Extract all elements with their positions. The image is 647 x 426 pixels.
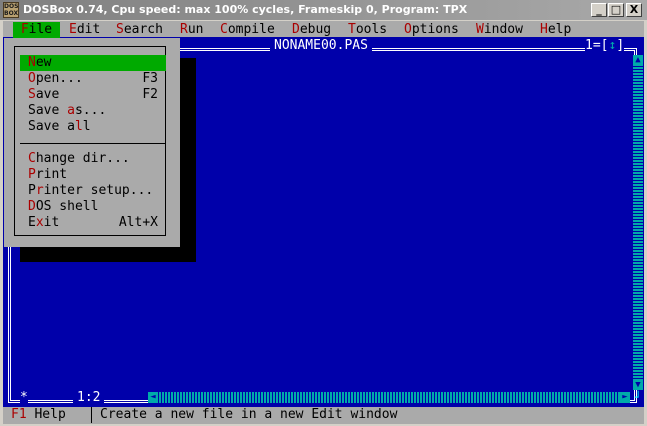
window-titlebar[interactable]: DOS BOX DOSBox 0.74, Cpu speed: max 100%… (0, 0, 647, 20)
menu-search[interactable]: Search (116, 22, 163, 38)
menu-window-label: indow (483, 22, 523, 37)
menu-help-label: elp (547, 22, 572, 37)
menu-debug-hotkey: D (292, 22, 300, 37)
file-menu-dos-shell-label: OS shell (35, 199, 99, 214)
file-menu-change-dir-hotkey: C (28, 151, 36, 166)
file-menu-print-label: rint (35, 167, 68, 182)
close-button[interactable]: X (626, 3, 642, 17)
menu-file-label: ile (28, 22, 53, 37)
menu-run-hotkey: R (180, 22, 188, 37)
file-menu-change-dir[interactable]: Change dir... (20, 151, 166, 167)
menu-tools-label: ools (355, 22, 388, 37)
scroll-left-arrow-icon[interactable]: ◄ (148, 392, 158, 403)
scroll-up-arrow-icon[interactable]: ▲ (633, 55, 643, 65)
file-menu-save-label: ave (35, 87, 60, 102)
file-menu-save-as-hotkey: a (67, 103, 75, 118)
resize-corner-icon[interactable]: ┘ (633, 392, 643, 403)
file-menu-open-hotkey: O (28, 71, 36, 86)
menu-compile-label: ompile (227, 22, 275, 37)
cursor-position: 1:2 (73, 390, 105, 406)
menu-tools[interactable]: Tools (348, 22, 387, 38)
file-menu-print-hotkey: P (28, 167, 36, 182)
window-controls: 1=[↕] (585, 38, 625, 54)
file-menu-save-all[interactable]: Save all (20, 119, 166, 135)
dosbox-icon[interactable]: DOS BOX (3, 2, 19, 18)
file-menu-dos-shell[interactable]: DOS shell (20, 199, 166, 215)
file-menu-save-hotkey: S (28, 87, 36, 102)
file-menu-printer-setup-hotkey: r (35, 183, 44, 198)
status-line: F1 Help Create a new file in a new Edit … (3, 407, 644, 424)
menu-edit-hotkey: E (69, 22, 77, 37)
help-key-code: F1 (11, 407, 27, 422)
menu-options[interactable]: Options (404, 22, 459, 38)
file-menu-save-shortcut: F2 (142, 87, 158, 102)
scroll-right-arrow-icon[interactable]: ► (620, 392, 630, 403)
file-menu-change-dir-label: hange dir... (35, 151, 130, 166)
horizontal-scrollbar[interactable] (158, 392, 620, 403)
menu-compile[interactable]: Compile (220, 22, 275, 38)
file-menu-exit-shortcut: Alt+X (118, 215, 158, 230)
file-menu-exit-hotkey: x (35, 215, 44, 230)
menu-window-hotkey: W (476, 22, 484, 37)
file-menu-save-as-label: s... (74, 103, 107, 118)
menu-run-label: un (187, 22, 204, 37)
menu-help-hotkey: H (540, 22, 548, 37)
file-menu-printer-setup-label: inter setup... (43, 183, 154, 198)
editor-filename: NONAME00.PAS (270, 38, 372, 54)
file-menu-open-shortcut: F3 (142, 71, 158, 86)
menu-file[interactable]: File (13, 22, 60, 38)
file-menu-separator (20, 143, 166, 144)
file-menu-new[interactable]: New (20, 55, 166, 71)
file-menu-new-hotkey: N (28, 55, 36, 70)
vertical-scrollbar[interactable] (633, 65, 643, 382)
menu-search-label: earch (123, 22, 163, 37)
help-key-label: Help (26, 407, 66, 422)
maximize-button[interactable]: □ (608, 3, 624, 17)
menu-edit-label: dit (76, 22, 101, 37)
file-menu-printer-setup[interactable]: Printer setup... (20, 183, 166, 199)
minimize-button[interactable]: _ (591, 3, 607, 17)
file-menu-save[interactable]: Save F2 (20, 87, 166, 103)
window-title: DOSBox 0.74, Cpu speed: max 100% cycles,… (23, 3, 468, 16)
file-menu-save-all-label: l (82, 119, 91, 134)
file-menu-print[interactable]: Print (20, 167, 166, 183)
help-key[interactable]: F1 Help (11, 407, 66, 423)
file-menu-exit-label: it (43, 215, 60, 230)
file-menu-new-label: ew (35, 55, 52, 70)
file-menu-open[interactable]: Open... F3 (20, 71, 166, 87)
menu-search-hotkey: S (116, 22, 124, 37)
modified-marker: * (20, 390, 28, 406)
file-menu-save-all-hotkey: l (74, 119, 83, 134)
file-menu-save-all-text: Save a (28, 119, 75, 134)
menu-debug[interactable]: Debug (292, 22, 331, 38)
file-menu-save-as-text: Save (28, 103, 68, 118)
menu-compile-hotkey: C (220, 22, 228, 37)
dos-screen[interactable]: File Edit Search Run Compile Debug Tools… (3, 21, 644, 424)
file-menu-save-as[interactable]: Save as... (20, 103, 166, 119)
window-number: 1=[ (585, 38, 609, 53)
scroll-down-arrow-icon[interactable]: ▼ (633, 380, 643, 390)
menu-bar: File Edit Search Run Compile Debug Tools… (3, 21, 644, 38)
file-menu-printer-setup-text: P (28, 183, 36, 198)
file-menu-open-label: pen... (35, 71, 83, 86)
file-menu-dropdown: New Open... F3 Save F2 Save as... Save a… (4, 38, 180, 247)
menu-run[interactable]: Run (180, 22, 203, 38)
window-controls-bracket: ] (616, 38, 625, 53)
file-menu-exit[interactable]: Exit Alt+X (20, 215, 166, 231)
menu-help[interactable]: Help (540, 22, 571, 38)
menu-tools-hotkey: T (348, 22, 356, 37)
file-menu-exit-text: E (28, 215, 36, 230)
status-separator (91, 407, 92, 423)
menu-file-hotkey: F (20, 22, 29, 37)
menu-options-hotkey: O (404, 22, 412, 37)
menu-window[interactable]: Window (476, 22, 523, 38)
menu-edit[interactable]: Edit (69, 22, 100, 38)
menu-options-label: ptions (411, 22, 459, 37)
menu-debug-label: ebug (299, 22, 332, 37)
status-hint: Create a new file in a new Edit window (100, 407, 398, 422)
file-menu-dos-shell-hotkey: D (28, 199, 36, 214)
